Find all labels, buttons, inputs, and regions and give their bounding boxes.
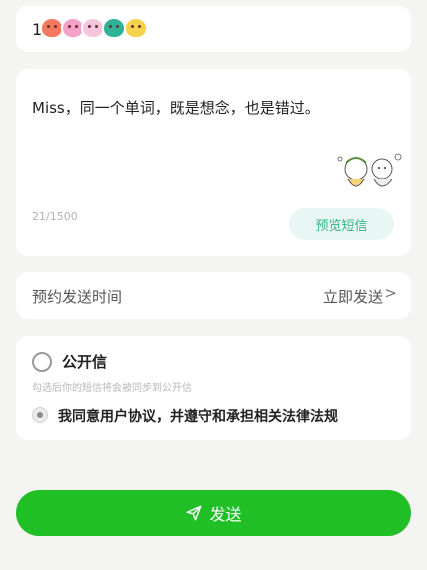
emoji-sticker-icon <box>104 19 124 37</box>
public-letter-hint: 勾选后你的短信将会被同步到公开信 <box>32 383 192 394</box>
paper-plane-icon <box>186 505 202 521</box>
emoji-sticker-icon <box>42 19 62 37</box>
schedule-label: 预约发送时间 <box>32 288 123 306</box>
message-textarea[interactable]: Miss，同一个单词，既是想念，也是错过。 <box>32 97 320 118</box>
radio-checked-icon[interactable] <box>32 407 48 423</box>
agreement-label[interactable]: 我同意用户协议，并遵守和承担相关法律法规 <box>58 406 338 426</box>
public-letter-card: 公开信 勾选后你的短信将会被同步到公开信 我同意用户协议，并遵守和承担相关法律法… <box>16 336 411 440</box>
character-count: 21/1500 <box>32 210 78 223</box>
radio-unchecked-icon[interactable] <box>32 352 52 372</box>
send-button-label: 发送 <box>209 505 242 524</box>
preview-sms-button[interactable]: 预览短信 <box>289 208 394 240</box>
phone-number-card[interactable]: 1 8 1 5 <box>16 6 411 52</box>
emoji-sticker-icon <box>83 19 103 37</box>
emoji-sticker-icon <box>126 19 146 37</box>
schedule-row[interactable]: 预约发送时间 立即发送 > <box>16 272 411 319</box>
message-card[interactable]: Miss，同一个单词，既是想念，也是错过。 21/1500 预览短信 <box>16 69 411 256</box>
chevron-right-icon: > <box>384 284 397 302</box>
send-button[interactable]: 发送 <box>16 490 411 536</box>
public-letter-label[interactable]: 公开信 <box>62 351 107 372</box>
doodle-sticker-icon <box>337 153 402 187</box>
emoji-sticker-icon <box>63 19 83 37</box>
schedule-value[interactable]: 立即发送 <box>323 286 383 307</box>
